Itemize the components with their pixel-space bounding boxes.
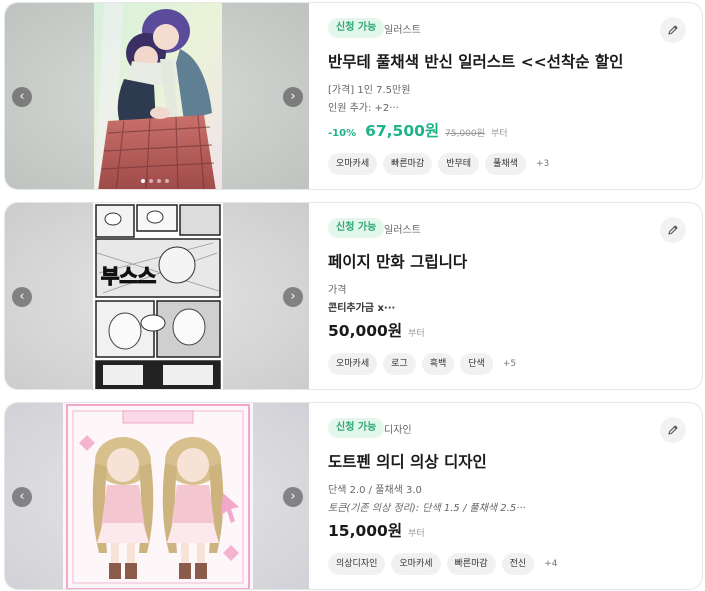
tag-chip[interactable]: 빠른마감 — [446, 553, 496, 575]
card-description-line2: 토큰(기존 의상 정리): 단색 1.5 / 풀채색 2.5··· — [328, 503, 526, 514]
commission-card[interactable]: 부스스 ‹ › 신청 가능 일러스트 페이지 만화 그립니다 가격 콘티추가금 … — [4, 202, 703, 390]
card-image — [94, 3, 222, 189]
carousel-prev-button[interactable]: ‹ — [12, 287, 32, 307]
card-image: 부스스 — [93, 203, 223, 389]
card-description-line2: 인원 추가: +2··· — [328, 103, 399, 114]
price-row: -10% 67,500원 75,000원 부터 — [328, 119, 508, 143]
edit-button[interactable] — [660, 417, 686, 443]
card-image-carousel[interactable]: 부스스 ‹ › — [5, 203, 309, 389]
card-image-carousel[interactable]: ‹ › — [5, 3, 309, 189]
carousel-dot[interactable] — [157, 179, 161, 183]
card-description-line1: 가격 — [328, 285, 347, 296]
status-badge: 신청 가능 — [328, 418, 385, 438]
price: 50,000원 — [328, 322, 403, 340]
category-label: 일러스트 — [384, 225, 421, 236]
card-info: 신청 가능 디자인 도트펜 의디 의상 디자인 단색 2.0 / 풀채색 3.0… — [328, 403, 702, 589]
carousel-next-button[interactable]: › — [283, 487, 303, 507]
tag-chip[interactable]: 빠른마감 — [383, 153, 433, 175]
commission-card[interactable]: ‹ › 신청 가능 디자인 도트펜 의디 의상 디자인 단색 2.0 / 풀채색… — [4, 402, 703, 590]
status-badge: 신청 가능 — [328, 18, 385, 38]
price: 15,000원 — [328, 522, 403, 540]
price-suffix: 부터 — [408, 329, 425, 339]
tag-list: 오마카세 로그 흑백 단색 +5 — [328, 353, 516, 375]
tag-chip[interactable]: 오마카세 — [328, 153, 378, 175]
card-title[interactable]: 페이지 만화 그립니다 — [328, 250, 467, 272]
original-price: 75,000원 — [445, 129, 485, 139]
tag-chip[interactable]: 단색 — [460, 353, 493, 375]
chevron-right-icon: › — [290, 289, 296, 304]
card-info: 신청 가능 일러스트 반무테 풀채색 반신 일러스트 <<선착순 할인 [가격]… — [328, 3, 702, 189]
carousel-next-button[interactable]: › — [283, 287, 303, 307]
tag-chip[interactable]: 의상디자인 — [328, 553, 386, 575]
commission-card[interactable]: ‹ › 신청 가능 일러스트 반무테 풀채색 반신 일러스트 <<선착순 할인 … — [4, 2, 703, 190]
carousel-prev-button[interactable]: ‹ — [12, 487, 32, 507]
category-label: 디자인 — [384, 425, 412, 436]
status-badge: 신청 가능 — [328, 218, 385, 238]
edit-button[interactable] — [660, 217, 686, 243]
discount-rate: -10% — [328, 128, 357, 139]
card-title[interactable]: 도트펜 의디 의상 디자인 — [328, 450, 487, 472]
chevron-left-icon: ‹ — [19, 489, 25, 504]
edit-button[interactable] — [660, 17, 686, 43]
card-image-carousel[interactable]: ‹ › — [5, 403, 309, 589]
more-tags-count[interactable]: +4 — [544, 559, 557, 569]
carousel-dot[interactable] — [141, 179, 145, 183]
carousel-prev-button[interactable]: ‹ — [12, 87, 32, 107]
card-description-line1: 단색 2.0 / 풀채색 3.0 — [328, 485, 422, 496]
card-title[interactable]: 반무테 풀채색 반신 일러스트 <<선착순 할인 — [328, 50, 623, 72]
category-label: 일러스트 — [384, 25, 421, 36]
tag-chip[interactable]: 흑백 — [421, 353, 455, 375]
pencil-icon — [668, 25, 678, 35]
more-tags-count[interactable]: +5 — [503, 359, 516, 369]
tag-chip[interactable]: 반무테 — [438, 153, 480, 175]
pencil-icon — [668, 425, 678, 435]
price-row: 50,000원 부터 — [328, 319, 425, 343]
carousel-dot[interactable] — [149, 179, 153, 183]
price: 67,500원 — [365, 122, 440, 140]
carousel-next-button[interactable]: › — [283, 87, 303, 107]
card-description-line1: [가격] 1인 7.5만원 — [328, 85, 411, 96]
tag-chip[interactable]: 전신 — [501, 553, 535, 575]
tag-chip[interactable]: 오마카세 — [328, 353, 378, 375]
chevron-right-icon: › — [290, 89, 296, 104]
price-row: 15,000원 부터 — [328, 519, 425, 543]
tag-list: 의상디자인 오마카세 빠른마감 전신 +4 — [328, 553, 558, 575]
carousel-dots — [141, 179, 169, 183]
pencil-icon — [668, 225, 678, 235]
tag-list: 오마카세 빠른마감 반무테 풀채색 +3 — [328, 153, 549, 175]
svg-text:부스스: 부스스 — [101, 264, 156, 288]
card-image — [63, 403, 253, 589]
chevron-left-icon: ‹ — [19, 89, 25, 104]
card-description-line2: 콘티추가금 x··· — [328, 303, 396, 314]
tag-chip[interactable]: 로그 — [383, 353, 416, 375]
card-info: 신청 가능 일러스트 페이지 만화 그립니다 가격 콘티추가금 x··· 50,… — [328, 203, 702, 389]
tag-chip[interactable]: 오마카세 — [391, 553, 441, 575]
price-suffix: 부터 — [408, 529, 425, 539]
price-suffix: 부터 — [490, 129, 508, 139]
chevron-left-icon: ‹ — [19, 289, 25, 304]
carousel-dot[interactable] — [165, 179, 169, 183]
chevron-right-icon: › — [290, 489, 296, 504]
tag-chip[interactable]: 풀채색 — [485, 153, 526, 175]
more-tags-count[interactable]: +3 — [536, 159, 549, 169]
